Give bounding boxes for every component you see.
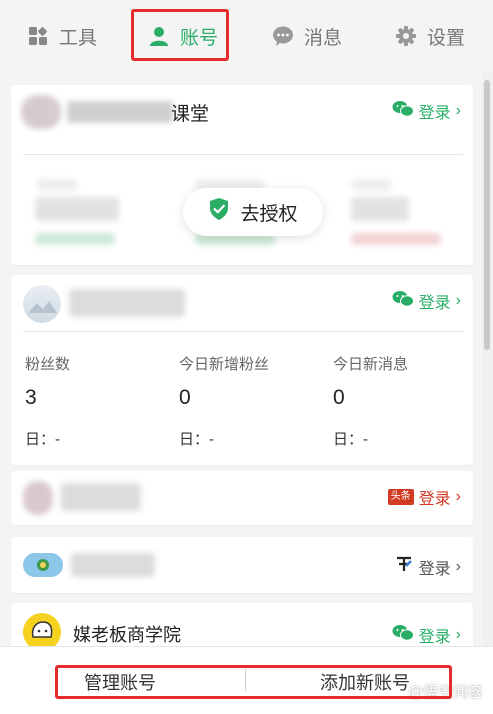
login-link[interactable]: 登录 › <box>392 99 461 123</box>
chevron-right-icon: › <box>455 292 461 309</box>
account-name-blurred <box>71 553 155 577</box>
account-card-4: 登录 › <box>11 537 473 593</box>
avatar <box>23 481 53 515</box>
login-link[interactable]: 头条 登录 › <box>387 485 461 509</box>
wechat-icon <box>392 290 414 313</box>
tab-tools[interactable]: 工具 <box>22 0 102 72</box>
shield-check-icon <box>208 197 230 227</box>
highlight-box-bottom-actions <box>55 665 452 699</box>
chevron-right-icon: › <box>455 557 461 575</box>
avatar <box>23 553 63 577</box>
account-name-blurred <box>61 483 141 511</box>
authorize-button[interactable]: 去授权 <box>183 188 323 236</box>
login-link[interactable]: 登录 › <box>392 623 461 646</box>
blurred-stat-value <box>35 197 119 221</box>
blurred-stat-change <box>35 233 115 245</box>
account-list: 课堂 登录 › 去授权 登录 › 粉丝数 3 日：- 今日新增粉丝 0 日：- … <box>0 72 482 646</box>
gear-icon <box>395 25 417 47</box>
blurred-stat-label <box>351 179 391 191</box>
blurred-stat-label <box>37 179 77 191</box>
scrollbar[interactable] <box>482 72 493 646</box>
chevron-right-icon: › <box>455 102 461 119</box>
wechat-icon <box>392 624 414 647</box>
blurred-stat-value <box>351 197 409 221</box>
account-name-suffix: 课堂 <box>171 104 210 125</box>
account-card-5: 媒老板商学院 登录 › <box>11 603 473 646</box>
grid-icon <box>27 25 49 47</box>
account-card-header: 课堂 登录 › <box>11 85 473 139</box>
account-name-blurred <box>67 101 173 123</box>
account-card-3: 头条 登录 › <box>11 471 473 525</box>
avatar <box>23 285 61 323</box>
tab-settings[interactable]: 设置 <box>390 0 470 72</box>
wechat-icon <box>392 100 414 123</box>
chat-bubble-icon <box>272 25 294 47</box>
account-card-header: 登录 › <box>11 275 473 329</box>
tab-messages[interactable]: 消息 <box>267 0 347 72</box>
scrollbar-thumb[interactable] <box>484 80 490 350</box>
login-link[interactable]: 登录 › <box>392 289 461 313</box>
divider <box>23 331 463 332</box>
baijiahao-icon <box>394 554 414 579</box>
account-card-2: 登录 › 粉丝数 3 日：- 今日新增粉丝 0 日：- 今日新消息 0 日：- <box>11 275 473 465</box>
divider <box>23 154 463 155</box>
toutiao-icon: 头条 <box>387 489 414 505</box>
bottom-action-bar: 管理账号 添加新账号 @悟空问答 <box>0 646 493 714</box>
avatar <box>21 95 61 129</box>
avatar <box>23 613 61 646</box>
account-name: 媒老板商学院 <box>73 625 181 645</box>
top-tab-bar: 工具 账号 消息 设置 <box>0 0 493 72</box>
highlight-box-account-tab <box>131 9 229 61</box>
account-card-1: 课堂 登录 › 去授权 <box>11 85 473 265</box>
account-name-blurred <box>69 289 185 317</box>
chevron-right-icon: › <box>455 626 461 643</box>
blurred-stat-change <box>351 233 441 245</box>
login-link[interactable]: 登录 › <box>394 554 461 579</box>
chevron-right-icon: › <box>455 488 461 505</box>
